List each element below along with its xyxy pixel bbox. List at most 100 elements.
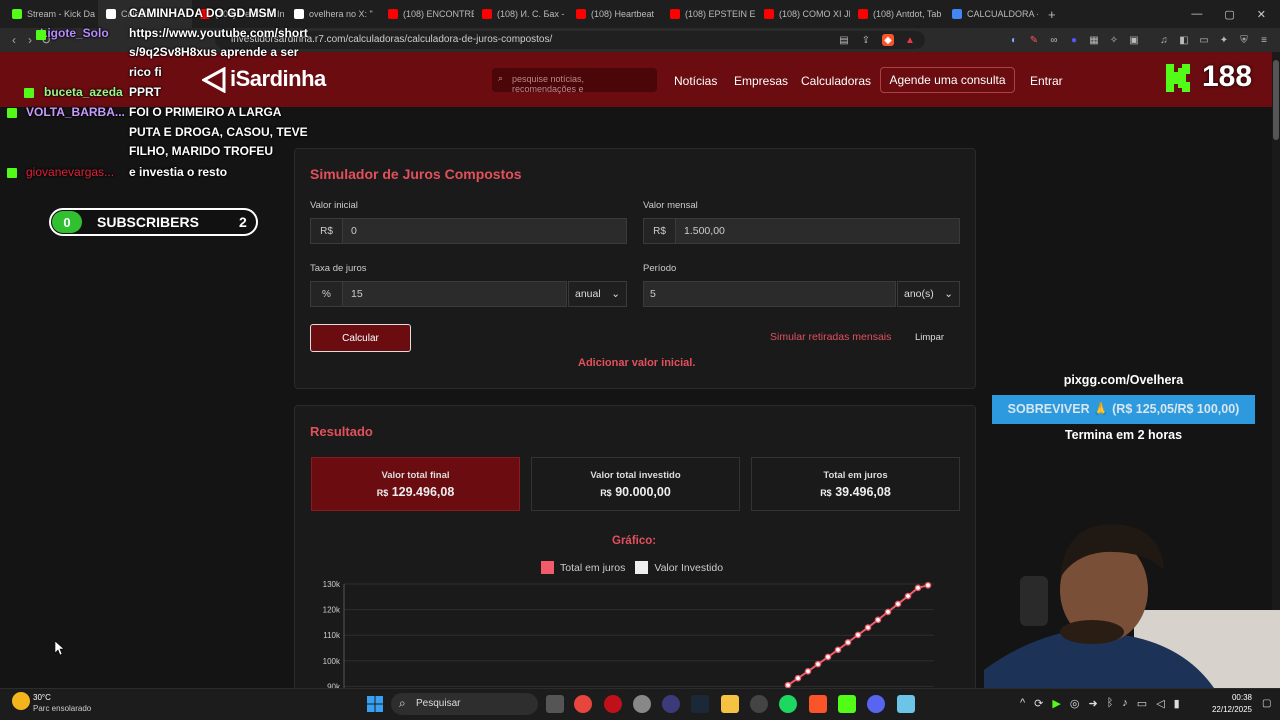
taskbar-search[interactable]: ⌕ Pesquisar — [391, 693, 538, 715]
browser-tab[interactable]: (108) Heartbeat — [568, 0, 662, 28]
chevron-up-icon[interactable]: ^ — [1020, 697, 1025, 710]
share-icon[interactable]: ⇪ — [860, 34, 872, 46]
search-input[interactable]: ⌕ pesquise notícias, recomendações e — [492, 68, 657, 94]
data-point[interactable] — [784, 681, 792, 688]
music-icon[interactable]: ♫ — [1158, 34, 1170, 46]
app-icon[interactable] — [633, 695, 651, 713]
rate-field[interactable]: % 15 — [310, 281, 567, 307]
brave-icon[interactable] — [809, 695, 827, 713]
bluetooth-icon[interactable]: ᛒ — [1107, 697, 1114, 710]
data-point[interactable] — [814, 660, 822, 668]
rate-unit-select[interactable]: anual ⌄ — [568, 281, 627, 307]
battery-icon[interactable]: ▮ — [1174, 697, 1180, 710]
file-explorer-icon[interactable] — [721, 695, 739, 713]
reader-icon[interactable]: ▤ — [838, 34, 850, 46]
volume-icon[interactable]: ◁ — [1156, 697, 1164, 710]
data-point[interactable] — [794, 674, 802, 682]
data-point[interactable] — [924, 581, 932, 589]
browser-tab[interactable]: (108) EPSTEIN ES — [662, 0, 756, 28]
new-tab-button[interactable]: + — [1048, 7, 1056, 22]
data-point[interactable] — [874, 616, 882, 624]
vpn-icon[interactable]: ⛨ — [1238, 34, 1250, 46]
agende-consulta-button[interactable]: Agende uma consulta — [880, 67, 1015, 93]
period-unit-select[interactable]: ano(s) ⌄ — [897, 281, 960, 307]
browser-tab[interactable]: (108) Antdot, Tab — [850, 0, 944, 28]
steam-icon[interactable] — [691, 695, 709, 713]
close-button[interactable]: ✕ — [1257, 8, 1266, 21]
data-point[interactable] — [904, 592, 912, 600]
data-point[interactable] — [834, 646, 842, 654]
discord-icon[interactable] — [867, 695, 885, 713]
tray-icon[interactable]: ➜ — [1088, 697, 1097, 710]
play-icon[interactable]: ▶ — [1052, 697, 1060, 710]
opera-icon[interactable] — [604, 695, 622, 713]
limpar-link[interactable]: Limpar — [915, 332, 944, 343]
data-point[interactable] — [884, 608, 892, 616]
app-icon[interactable] — [750, 695, 768, 713]
data-point[interactable] — [894, 600, 902, 608]
notepad-icon[interactable] — [897, 695, 915, 713]
chrome-icon[interactable] — [574, 695, 592, 713]
clock-date[interactable]: 22/12/2025 — [1204, 705, 1252, 714]
puzzle-icon[interactable]: ✧ — [1108, 34, 1120, 46]
browser-tab[interactable]: CALCUALDORA - — [944, 0, 1038, 28]
extension-icon[interactable]: ∞ — [1048, 34, 1060, 46]
sync-icon[interactable]: ⟳ — [1034, 697, 1043, 710]
nav-empresas[interactable]: Empresas — [734, 74, 788, 88]
maximize-button[interactable]: ▢ — [1224, 8, 1234, 21]
notifications-icon[interactable]: ▢ — [1262, 698, 1271, 709]
legend-swatch[interactable] — [541, 561, 554, 574]
weather-sun-icon[interactable] — [12, 692, 30, 710]
menu-icon[interactable]: ≡ — [1258, 34, 1270, 46]
weather-temp[interactable]: 30°C — [33, 693, 51, 702]
data-point[interactable] — [844, 639, 852, 646]
monthly-value-field[interactable]: R$ 1.500,00 — [643, 218, 960, 244]
nav-noticias[interactable]: Notícias — [674, 74, 717, 88]
sidebar-icon[interactable]: ◧ — [1178, 34, 1190, 46]
data-point[interactable] — [914, 584, 922, 592]
period-field[interactable]: 5 — [643, 281, 896, 307]
extension-icon[interactable]: ● — [1068, 34, 1080, 46]
browser-tab[interactable]: (108) COMO XI JI — [756, 0, 850, 28]
simular-retiradas-link[interactable]: Simular retiradas mensais — [770, 331, 891, 343]
percent-prefix: % — [311, 282, 343, 306]
brave-shield-icon[interactable]: ◆ — [882, 34, 894, 46]
spotify-icon[interactable] — [779, 695, 797, 713]
wallet-icon[interactable]: ▭ — [1198, 34, 1210, 46]
data-point[interactable] — [804, 667, 812, 675]
minimize-button[interactable]: — — [1191, 8, 1202, 21]
calcular-button[interactable]: Calcular — [310, 324, 411, 352]
kick-icon[interactable] — [838, 695, 856, 713]
legend-swatch[interactable] — [635, 561, 649, 574]
period-unit-value: ano(s) — [904, 288, 934, 300]
initial-value-field[interactable]: R$ 0 — [310, 218, 627, 244]
entrar-link[interactable]: Entrar — [1030, 74, 1063, 88]
leo-icon[interactable]: ✦ — [1218, 34, 1230, 46]
extension-icon[interactable]: ✎ — [1028, 34, 1040, 46]
display-icon[interactable]: ▭ — [1137, 697, 1147, 710]
clock-time[interactable]: 00:38 — [1214, 693, 1252, 702]
browser-tab[interactable]: (108) ENCONTRE — [380, 0, 474, 28]
chevron-down-icon: ⌄ — [944, 288, 953, 300]
data-point[interactable] — [824, 653, 832, 661]
legend-label: Valor Investido — [654, 561, 724, 574]
mic-icon[interactable]: ♪ — [1122, 697, 1128, 710]
tray-icon[interactable]: ◎ — [1070, 697, 1080, 710]
adicionar-valor-inicial-link[interactable]: Adicionar valor inicial. — [578, 357, 695, 369]
rewards-icon[interactable]: ▲ — [904, 34, 916, 46]
task-view-icon[interactable] — [546, 695, 564, 713]
app-icon[interactable] — [662, 695, 680, 713]
extension-icon[interactable]: ◐ — [1008, 34, 1020, 46]
url-bar[interactable]: investidorsardinha.r7.com/calculadoras/c… — [215, 31, 925, 49]
data-point[interactable] — [854, 631, 862, 639]
weather-desc[interactable]: Parc ensolarado — [33, 704, 91, 713]
tab-label: ovelhera no X: " — [309, 9, 373, 19]
extension-icon[interactable]: ▦ — [1088, 34, 1100, 46]
windows-start-icon[interactable] — [367, 696, 383, 717]
browser-tab[interactable]: (108) И. С. Бах - — [474, 0, 568, 28]
scrollbar-thumb[interactable] — [1273, 60, 1279, 140]
screenshot-icon[interactable]: ▣ — [1128, 34, 1140, 46]
data-point[interactable] — [864, 624, 872, 631]
back-icon[interactable]: ‹ — [6, 32, 22, 48]
nav-calculadoras[interactable]: Calculadoras — [801, 74, 871, 88]
